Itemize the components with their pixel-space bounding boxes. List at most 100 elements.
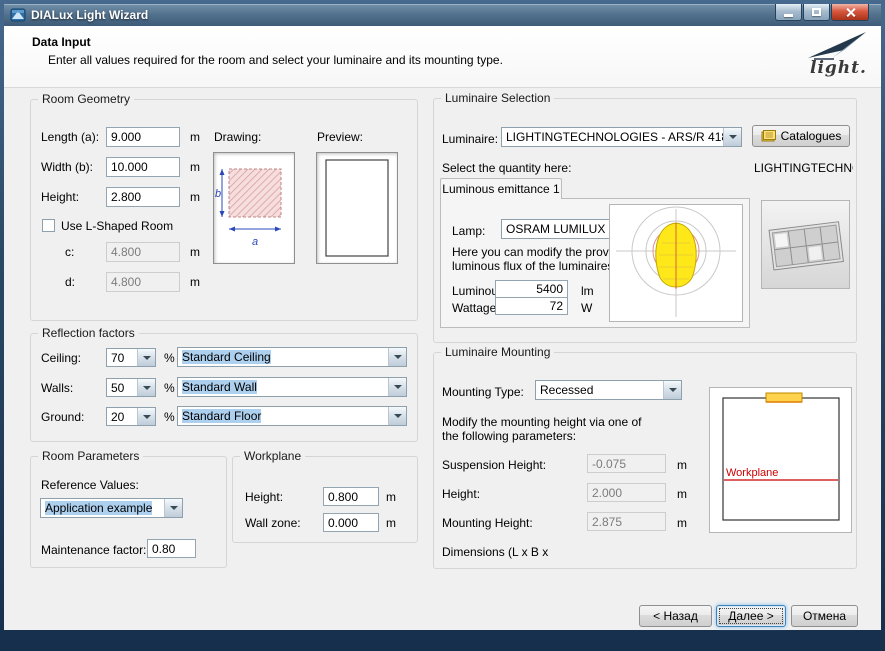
mounting-hint-line1: Modify the mounting height via one of [442, 415, 641, 429]
wattage-label: Wattage: [452, 301, 500, 315]
flux-hint-line2: luminous flux of the luminaires: [452, 259, 617, 273]
chevron-down-icon [388, 348, 406, 366]
tab-luminous-emittance-1[interactable]: Luminous emittance 1 [440, 178, 562, 199]
luminaire-selection-title: Luminaire Selection [441, 91, 554, 105]
walls-preset-value: Standard Wall [178, 378, 388, 396]
room-drawing-image: b a [213, 152, 295, 264]
mounting-height2-label: Height: [442, 487, 480, 501]
dimensions-text: Dimensions (L x B x [442, 545, 548, 559]
luminaire-label: Luminaire: [442, 132, 498, 146]
lamp-value: OSRAM LUMILUX L 18 [502, 220, 622, 238]
c-label: c: [65, 245, 74, 259]
length-unit: m [190, 130, 200, 144]
mounting-height2-input [587, 483, 666, 502]
height-label: Height: [41, 190, 79, 204]
walls-label: Walls: [41, 381, 73, 395]
c-unit: m [190, 245, 200, 259]
cancel-button[interactable]: Отмена [791, 605, 858, 627]
luminous-flux-input[interactable] [495, 280, 568, 298]
ceiling-preset-combo[interactable]: Standard Ceiling [177, 347, 407, 367]
cancel-button-label: Отмена [803, 609, 846, 623]
back-button[interactable]: < Назад [639, 605, 712, 627]
suspension-height-unit: m [677, 458, 687, 472]
page-title: Data Input [32, 35, 91, 49]
chevron-down-icon [137, 379, 155, 396]
ceiling-preset-value: Standard Ceiling [178, 348, 388, 366]
chevron-down-icon [723, 128, 741, 146]
walls-percent-combo[interactable]: 50 [106, 378, 156, 397]
next-button[interactable]: Далее > [716, 605, 786, 627]
length-input[interactable] [106, 127, 180, 147]
height-unit: m [190, 190, 200, 204]
close-button[interactable] [831, 4, 869, 21]
d-label: d: [65, 275, 75, 289]
catalogue-book-icon [761, 130, 776, 143]
mounting-height-unit: m [677, 516, 687, 530]
minimize-button[interactable] [775, 4, 802, 21]
chevron-down-icon [164, 499, 182, 517]
walls-preset-combo[interactable]: Standard Wall [177, 377, 407, 397]
d-unit: m [190, 275, 200, 289]
dialux-wizard-window: DIALux Light Wizard Data Input Enter all… [0, 0, 885, 651]
flux-hint-line1: Here you can modify the provided [452, 245, 631, 259]
close-icon [845, 7, 856, 18]
suspension-height-input [587, 454, 666, 473]
titlebar[interactable]: DIALux Light Wizard [4, 4, 881, 26]
suspension-height-label: Suspension Height: [442, 458, 546, 472]
workplane-title: Workplane [240, 449, 305, 463]
drawing-label: Drawing: [214, 130, 261, 144]
ceiling-percent-sign: % [164, 351, 175, 365]
length-label: Length (a): [41, 130, 99, 144]
maintenance-factor-label: Maintenance factor: [41, 543, 146, 557]
chevron-down-icon [388, 407, 406, 425]
room-preview-image [316, 152, 398, 264]
ground-percent-sign: % [164, 410, 175, 424]
wattage-input[interactable] [495, 297, 568, 315]
c-input [106, 242, 180, 262]
caption-buttons [775, 4, 869, 21]
window-title: DIALux Light Wizard [31, 8, 148, 22]
dim-b-label: b [215, 188, 221, 200]
width-input[interactable] [106, 157, 180, 177]
walls-percent-value: 50 [107, 379, 137, 396]
use-l-shaped-room-checkbox[interactable] [42, 219, 55, 232]
next-button-label: Далее > [728, 609, 774, 623]
reference-values-combo[interactable]: Application example [40, 498, 183, 518]
lamp-label: Lamp: [452, 224, 485, 238]
wall-zone-label: Wall zone: [245, 516, 301, 530]
client-area: Data Input Enter all values required for… [4, 26, 881, 630]
reference-values-value: Application example [41, 499, 164, 517]
maximize-button[interactable] [803, 4, 830, 21]
mounting-height-input [587, 512, 666, 531]
ground-percent-combo[interactable]: 20 [106, 407, 156, 426]
mounting-height2-unit: m [677, 487, 687, 501]
ground-preset-combo[interactable]: Standard Floor [177, 406, 407, 426]
d-input [106, 272, 180, 292]
ceiling-percent-combo[interactable]: 70 [106, 348, 156, 367]
manufacturer-text: LIGHTINGTECHNO [754, 161, 853, 175]
app-icon [10, 7, 26, 23]
ground-percent-value: 20 [107, 408, 137, 425]
reference-values-label: Reference Values: [41, 478, 139, 492]
mounting-type-combo[interactable]: Recessed [535, 380, 682, 400]
catalogues-button[interactable]: Catalogues [752, 125, 850, 147]
maintenance-factor-input[interactable] [147, 539, 196, 558]
walls-percent-sign: % [164, 381, 175, 395]
height-input[interactable] [106, 187, 180, 207]
workplane-height-label: Height: [245, 490, 283, 504]
workplane-preview-label: Workplane [726, 467, 778, 479]
back-button-label: < Назад [653, 609, 698, 623]
ground-preset-value: Standard Floor [178, 407, 388, 425]
wattage-unit: W [581, 301, 592, 315]
wall-zone-input[interactable] [323, 513, 379, 532]
wizard-header: Data Input Enter all values required for… [4, 26, 881, 88]
workplane-height-input[interactable] [323, 487, 379, 506]
width-label: Width (b): [41, 160, 93, 174]
luminaire-combo[interactable]: LIGHTINGTECHNOLOGIES - ARS/R 418 [501, 127, 742, 147]
chevron-down-icon [137, 349, 155, 366]
ground-label: Ground: [41, 410, 84, 424]
chevron-down-icon [388, 378, 406, 396]
mounting-type-value: Recessed [536, 381, 663, 399]
room-parameters-title: Room Parameters [38, 449, 143, 463]
mounting-type-label: Mounting Type: [442, 385, 524, 399]
